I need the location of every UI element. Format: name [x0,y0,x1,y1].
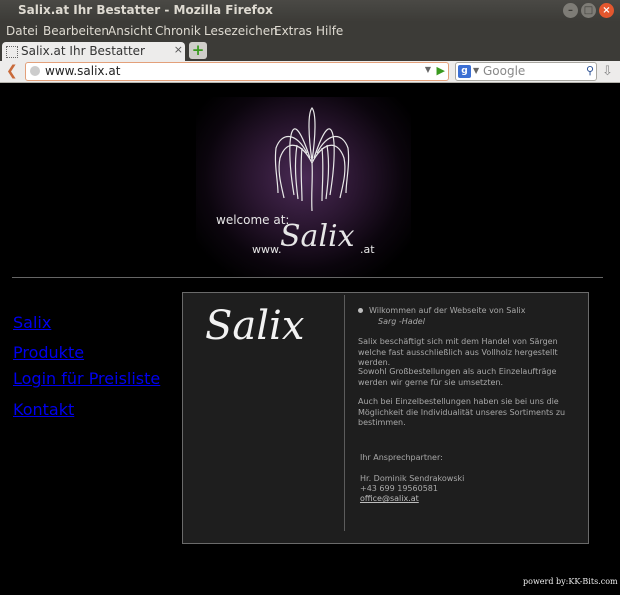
orders-paragraph: Sowohl Großbestellungen als auch Einzela… [358,367,557,387]
go-arrow-icon[interactable]: ▶ [437,64,445,77]
tab-close-icon[interactable]: × [174,43,183,56]
nav-link-login-preisliste[interactable]: Login für Preisliste [13,369,160,388]
contact-name: Hr. Dominik Sendrakowski [360,474,465,483]
hero-tld-text: .at [360,243,375,256]
box-divider [344,295,345,531]
bullet-icon [358,308,363,313]
url-dropdown-icon[interactable]: ▼ [425,65,431,74]
page-content: welcome at: www. Salix .at Salix Produkt… [0,83,620,595]
menu-item-bearbeiten[interactable]: Bearbeiten [43,24,109,38]
nav-link-salix[interactable]: Salix [13,313,51,332]
content-box: Salix Wilkommen auf der Webseite von Sal… [182,292,589,544]
close-icon[interactable]: × [599,3,614,18]
box-title: Salix [205,303,305,349]
hero-welcome-text: welcome at: [216,213,290,227]
hero-www-text: www. [252,243,282,256]
contact-label: Ihr Ansprechpartner: [360,453,443,462]
nav-link-produkte[interactable]: Produkte [13,343,84,362]
engine-dropdown-icon[interactable]: ▼ [473,66,479,75]
intro-paragraph: Salix beschäftigt sich mit dem Handel vo… [358,337,558,367]
welcome-text: Wilkommen auf der Webseite von Salix [369,306,526,315]
menu-item-hilfe[interactable]: Hilfe [316,24,343,38]
hero-banner: welcome at: www. Salix .at [196,97,411,277]
menu-item-lesezeichen[interactable]: Lesezeichen [204,24,278,38]
favicon-placeholder-icon [6,46,18,58]
search-bar[interactable]: g ▼ ⚲ [455,62,597,81]
url-bar[interactable]: ▼ ▶ [25,62,449,81]
window-title: Salix.at Ihr Bestatter - Mozilla Firefox [18,3,273,17]
divider-line [12,277,603,278]
minimize-icon[interactable]: – [563,3,578,18]
menu-item-extras[interactable]: Extras [274,24,312,38]
navigation-toolbar: ❮ ▼ ▶ g ▼ ⚲ ⇩ [0,61,620,83]
hero-logo-text: Salix [280,219,355,254]
menu-item-chronik[interactable]: Chronik [155,24,201,38]
back-arrow-icon[interactable]: ❮ [6,63,18,79]
menu-bar: Datei Bearbeiten Ansicht Chronik Lesezei… [0,22,620,41]
contact-phone: +43 699 19560581 [360,484,438,493]
footer-credit: powerd by:KK-Bits.com [523,577,618,586]
tab-salix[interactable]: Salix.at Ihr Bestatter × [2,42,185,61]
tab-strip: Salix.at Ihr Bestatter × + [0,41,620,61]
willow-tree-icon [274,107,350,212]
menu-item-ansicht[interactable]: Ansicht [108,24,152,38]
individual-paragraph: Auch bei Einzelbestellungen haben sie be… [358,397,566,427]
tab-title: Salix.at Ihr Bestatter [21,44,145,58]
new-tab-button[interactable]: + [189,42,207,59]
download-arrow-icon[interactable]: ⇩ [602,64,613,79]
search-magnifier-icon[interactable]: ⚲ [586,64,594,77]
search-input[interactable] [483,64,576,78]
nav-link-kontakt[interactable]: Kontakt [13,400,74,419]
search-engine-icon[interactable]: g [458,65,471,78]
maximize-icon[interactable]: □ [581,3,596,18]
url-input[interactable] [45,64,415,78]
contact-email-link[interactable]: office@salix.at [360,494,419,505]
site-identity-icon[interactable] [30,66,40,76]
window-controls: – □ × [563,3,614,18]
menu-item-datei[interactable]: Datei [6,24,38,38]
window-titlebar: Salix.at Ihr Bestatter - Mozilla Firefox… [0,0,620,22]
signature-text: Sarg -Hadel [378,317,425,326]
